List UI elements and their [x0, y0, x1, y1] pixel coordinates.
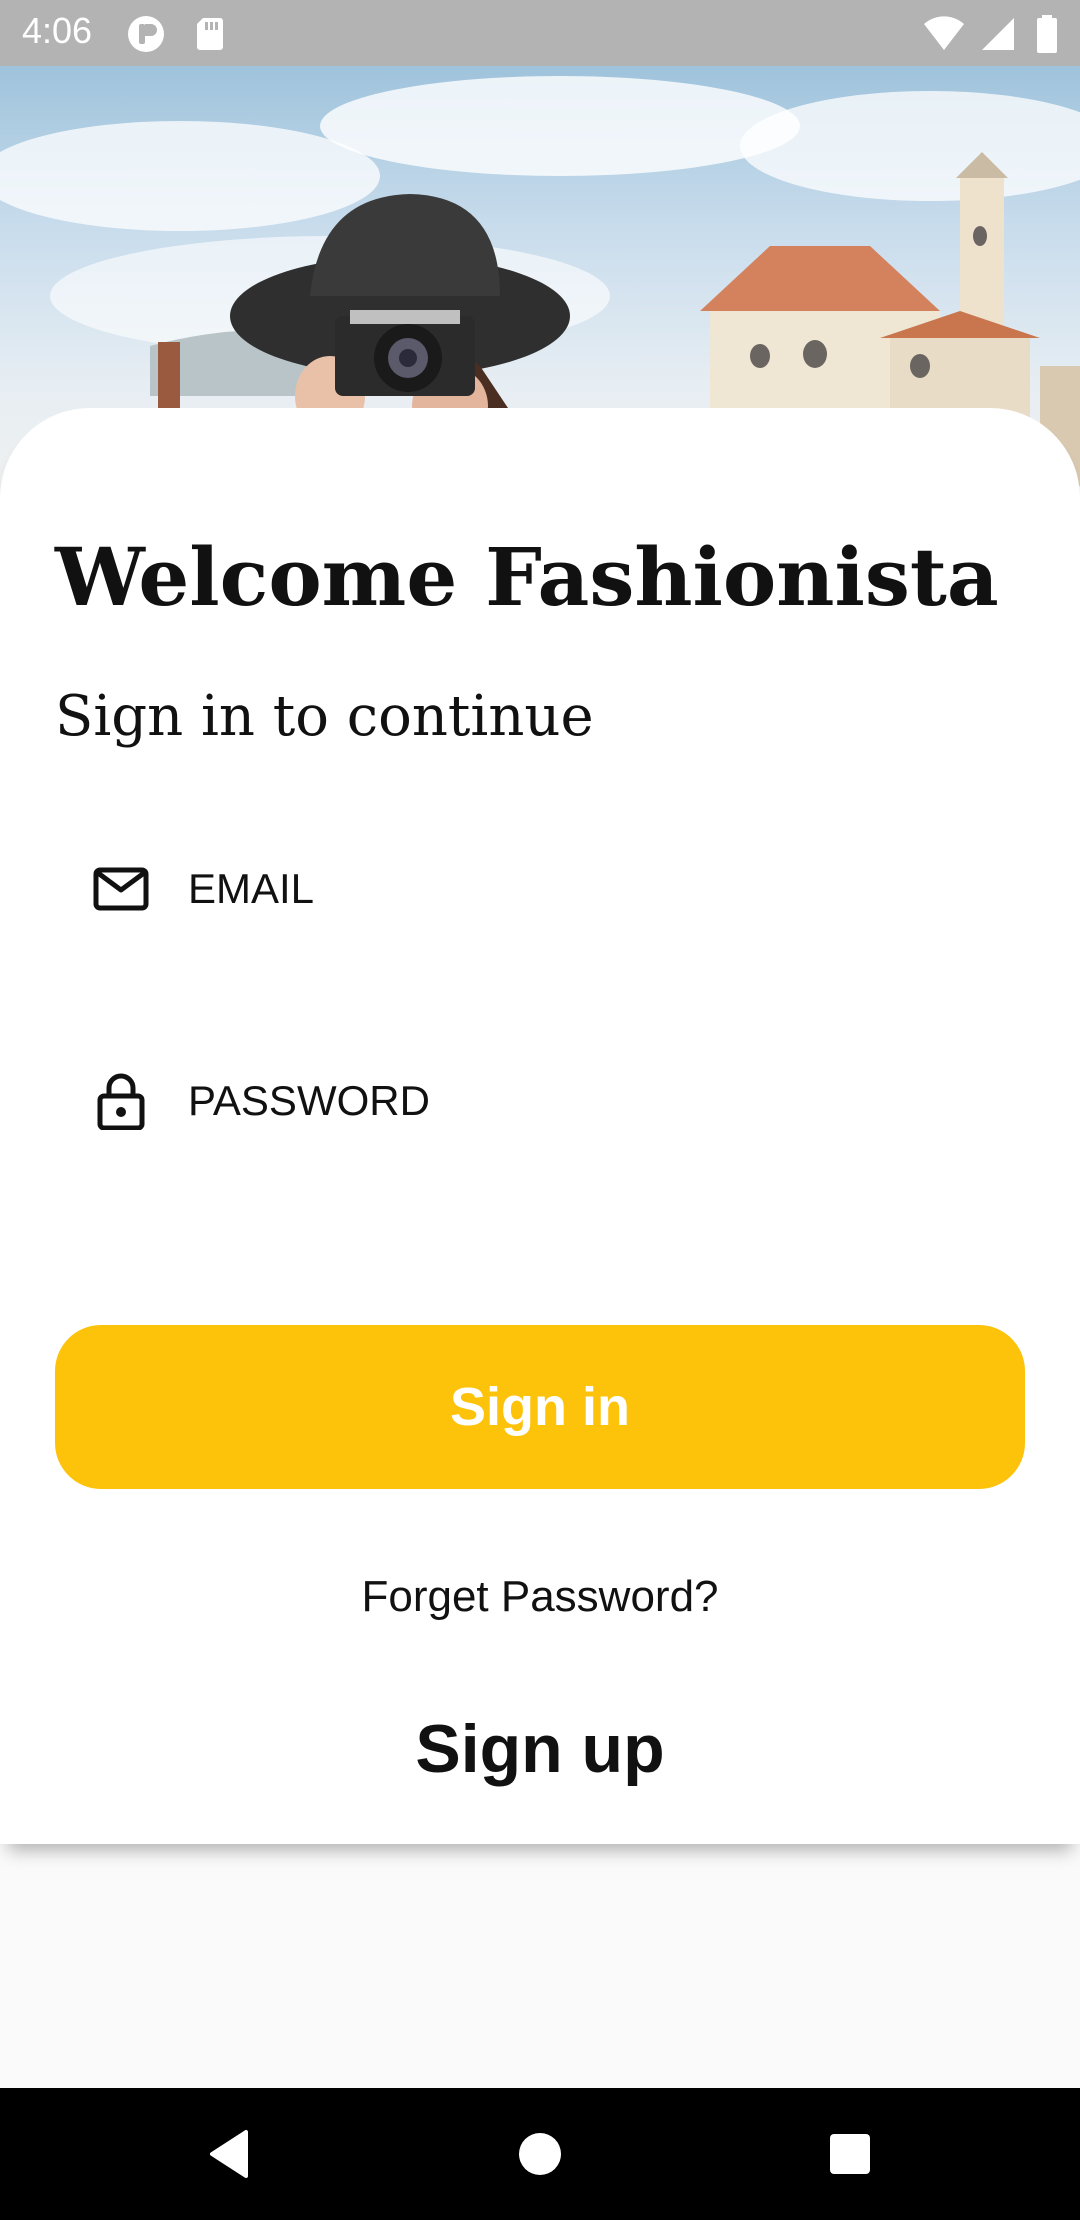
email-field[interactable] [90, 854, 990, 924]
email-input[interactable] [188, 865, 948, 913]
status-right-icons [923, 14, 1060, 54]
forget-password-link[interactable]: Forget Password? [0, 1572, 1080, 1622]
signin-button[interactable]: Sign in [55, 1325, 1025, 1489]
app-notification-icon [128, 16, 164, 52]
password-field[interactable] [90, 1066, 990, 1136]
recents-icon[interactable] [820, 2124, 880, 2184]
login-card: Welcome Fashionista Sign in to continue … [0, 408, 1080, 1844]
page-subtitle: Sign in to continue [55, 684, 594, 749]
signal-icon [981, 18, 1014, 50]
page-title: Welcome Fashionista [55, 530, 999, 624]
navigation-bar [0, 2088, 1080, 2220]
sd-card-icon [197, 18, 224, 50]
battery-icon [1037, 15, 1057, 53]
status-bar: 4:06 [0, 0, 1080, 66]
status-time: 4:06 [22, 10, 93, 51]
mail-icon [90, 858, 152, 920]
status-left-icons [126, 14, 230, 54]
home-icon[interactable] [510, 2124, 570, 2184]
wifi-icon [924, 16, 965, 50]
signup-link[interactable]: Sign up [0, 1710, 1080, 1788]
back-icon[interactable] [200, 2124, 260, 2184]
password-input[interactable] [188, 1077, 948, 1125]
lock-icon [90, 1070, 152, 1132]
